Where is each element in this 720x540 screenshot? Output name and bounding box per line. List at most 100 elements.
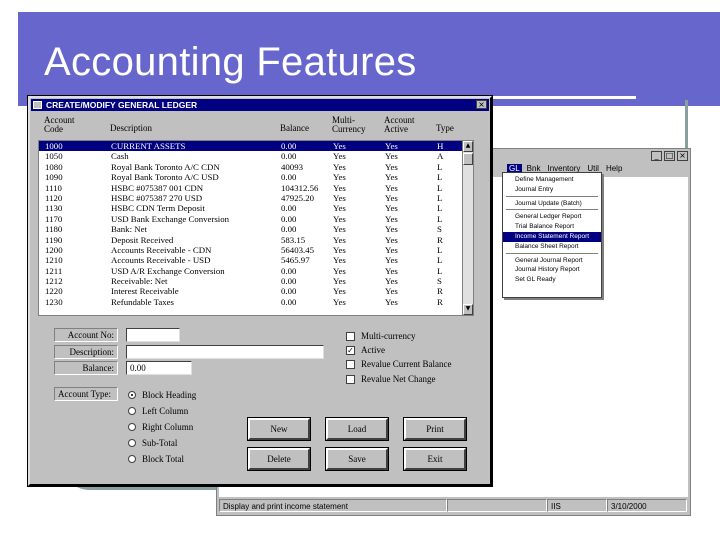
dropdown-menu-item[interactable]: Journal Entry — [503, 185, 601, 195]
table-row[interactable]: 1120 HSBC #075387 270 USD 47925.20 Yes Yes L — [39, 193, 469, 203]
cell-balance: 47925.20 — [281, 192, 314, 203]
table-row[interactable]: 1210 Accounts Receivable - USD 5465.97 Yes Y… — [39, 255, 469, 265]
cell-description: USD A/R Exchange Conversion — [111, 265, 225, 276]
table-row[interactable]: 1110 HSBC #075387 001 CDN 104312.56 Yes Yes L — [39, 183, 469, 193]
scroll-thumb[interactable] — [463, 153, 473, 165]
radio-icon[interactable] — [128, 439, 136, 447]
dropdown-menu-item[interactable]: General Journal Report — [503, 256, 601, 266]
radio-right-column[interactable]: Right Column — [128, 422, 193, 432]
cell-code: 1080 — [45, 161, 63, 172]
radio-block-total[interactable]: Block Total — [128, 454, 184, 464]
checkbox-box[interactable] — [346, 374, 355, 384]
slide-title: Accounting Features — [44, 40, 417, 84]
dialog-title: CREATE/MODIFY GENERAL LEDGER — [46, 100, 198, 110]
cell-multi: Yes — [333, 234, 346, 245]
radio-sub-total-label: Sub-Total — [142, 438, 178, 448]
revalue-net-change-label: Revalue Net Change — [361, 374, 436, 384]
menu-help[interactable]: Help — [604, 164, 624, 173]
close-icon[interactable]: × — [476, 100, 487, 109]
cell-code: 1200 — [45, 244, 63, 255]
account-no-input[interactable] — [126, 328, 180, 342]
table-row[interactable]: 1050 Cash 0.00 Yes Yes A — [39, 151, 469, 161]
new-button[interactable]: New — [247, 417, 311, 441]
balance-input[interactable]: 0.00 — [126, 361, 192, 375]
minimize-icon[interactable]: _ — [651, 151, 662, 161]
radio-block-heading[interactable]: Block Heading — [128, 390, 196, 400]
active-checkbox[interactable]: ✓ Active — [346, 345, 385, 355]
delete-button[interactable]: Delete — [247, 447, 311, 471]
cell-active: Yes — [385, 265, 398, 276]
dropdown-menu-item[interactable]: Journal Update (Batch) — [503, 199, 601, 209]
multi-currency-checkbox[interactable]: Multi-currency — [346, 331, 415, 341]
dropdown-menu-item[interactable]: Journal History Report — [503, 265, 601, 275]
cell-multi: Yes — [333, 151, 346, 162]
column-header-description: Description — [110, 123, 152, 133]
cell-active: Yes — [385, 234, 398, 245]
system-menu-icon[interactable] — [33, 101, 42, 109]
radio-right-column-label: Right Column — [142, 422, 194, 432]
cell-multi: Yes — [333, 203, 346, 214]
description-label: Description: — [54, 345, 118, 359]
cell-balance: 104312.56 — [281, 182, 319, 193]
revalue-current-balance-label: Revalue Current Balance — [361, 359, 452, 369]
multi-currency-label: Multi-currency — [361, 331, 416, 341]
table-row[interactable]: 1212 Receivable: Net 0.00 Yes Yes S — [39, 276, 469, 286]
radio-left-column[interactable]: Left Column — [128, 406, 188, 416]
radio-icon[interactable] — [128, 423, 136, 431]
dropdown-menu-item[interactable]: Balance Sheet Report — [503, 242, 601, 252]
maximize-icon[interactable]: □ — [664, 151, 675, 161]
dropdown-menu-item[interactable]: Trial Balance Report — [503, 222, 601, 232]
dropdown-menu-item[interactable]: General Ledger Report — [503, 212, 601, 222]
description-input[interactable] — [126, 345, 324, 359]
radio-sub-total[interactable]: Sub-Total — [128, 438, 177, 448]
cell-multi: Yes — [333, 213, 346, 224]
checkbox-box-checked[interactable]: ✓ — [346, 345, 355, 355]
table-row[interactable]: 1090 Royal Bank Toronto A/C USD 0.00 Yes Yes… — [39, 172, 469, 182]
table-row[interactable]: 1220 Interest Receivable 0.00 Yes Yes R — [39, 286, 469, 296]
radio-icon[interactable] — [128, 455, 136, 463]
column-header-code: Account Code — [44, 115, 75, 134]
table-row[interactable]: 1000 CURRENT ASSETS 0.00 Yes Yes H — [39, 141, 469, 152]
table-row[interactable]: 1080 Royal Bank Toronto A/C CDN 40093 Yes Ye… — [39, 162, 469, 172]
table-row[interactable]: 1211 USD A/R Exchange Conversion 0.00 Yes Ye… — [39, 266, 469, 276]
table-row[interactable]: 1130 HSBC CDN Term Deposit 0.00 Yes Yes L — [39, 203, 469, 213]
column-header-balance: Balance — [280, 123, 309, 133]
checkbox-box[interactable] — [346, 331, 355, 341]
table-row[interactable]: 1230 Refundable Taxes 0.00 Yes Yes R — [39, 297, 469, 307]
cell-type: L — [437, 265, 443, 276]
radio-icon[interactable] — [128, 407, 136, 415]
dropdown-menu-item[interactable]: Set GL Ready — [503, 275, 601, 285]
cell-active: Yes — [385, 141, 398, 151]
dropdown-menu-item[interactable]: Income Statement Report — [503, 231, 601, 242]
dropdown-menu-item[interactable]: Define Management — [503, 175, 601, 185]
scroll-up-icon[interactable]: ▲ — [463, 141, 473, 152]
cell-active: Yes — [385, 203, 398, 214]
list-scrollbar[interactable]: ▲ ▼ — [462, 140, 474, 316]
table-row[interactable]: 1190 Deposit Received 583.15 Yes Yes R — [39, 235, 469, 245]
cell-description: HSBC #075387 270 USD — [111, 192, 203, 203]
checkbox-box[interactable] — [346, 359, 355, 369]
print-button[interactable]: Print — [403, 417, 467, 441]
table-row[interactable]: 1170 USD Bank Exchange Conversion 0.00 Yes Y… — [39, 214, 469, 224]
table-row[interactable]: 1180 Bank: Net 0.00 Yes Yes S — [39, 224, 469, 234]
save-button[interactable]: Save — [325, 447, 389, 471]
cell-code: 1130 — [45, 203, 63, 214]
exit-button[interactable]: Exit — [403, 447, 467, 471]
load-button[interactable]: Load — [325, 417, 389, 441]
cell-description: CURRENT ASSETS — [111, 141, 186, 151]
cell-multi: Yes — [333, 141, 346, 151]
close-icon[interactable]: × — [677, 151, 688, 161]
cell-type: L — [437, 244, 443, 255]
status-message: Display and print income statement — [219, 499, 447, 512]
cell-balance: 5465.97 — [281, 255, 310, 266]
cell-balance: 0.00 — [281, 276, 297, 287]
cell-description: Deposit Received — [111, 234, 174, 245]
revalue-net-change-checkbox[interactable]: Revalue Net Change — [346, 374, 435, 384]
cell-description: Royal Bank Toronto A/C CDN — [111, 161, 220, 172]
cell-type: L — [437, 213, 443, 224]
revalue-current-balance-checkbox[interactable]: Revalue Current Balance — [346, 359, 451, 369]
table-row[interactable]: 1200 Accounts Receivable - CDN 56403.45 Yes… — [39, 245, 469, 255]
radio-selected-icon[interactable] — [128, 391, 136, 399]
accounts-list-body[interactable]: 1000 CURRENT ASSETS 0.00 Yes Yes H 1050 Cash 0.0… — [38, 140, 470, 316]
scroll-down-icon[interactable]: ▼ — [463, 304, 473, 315]
